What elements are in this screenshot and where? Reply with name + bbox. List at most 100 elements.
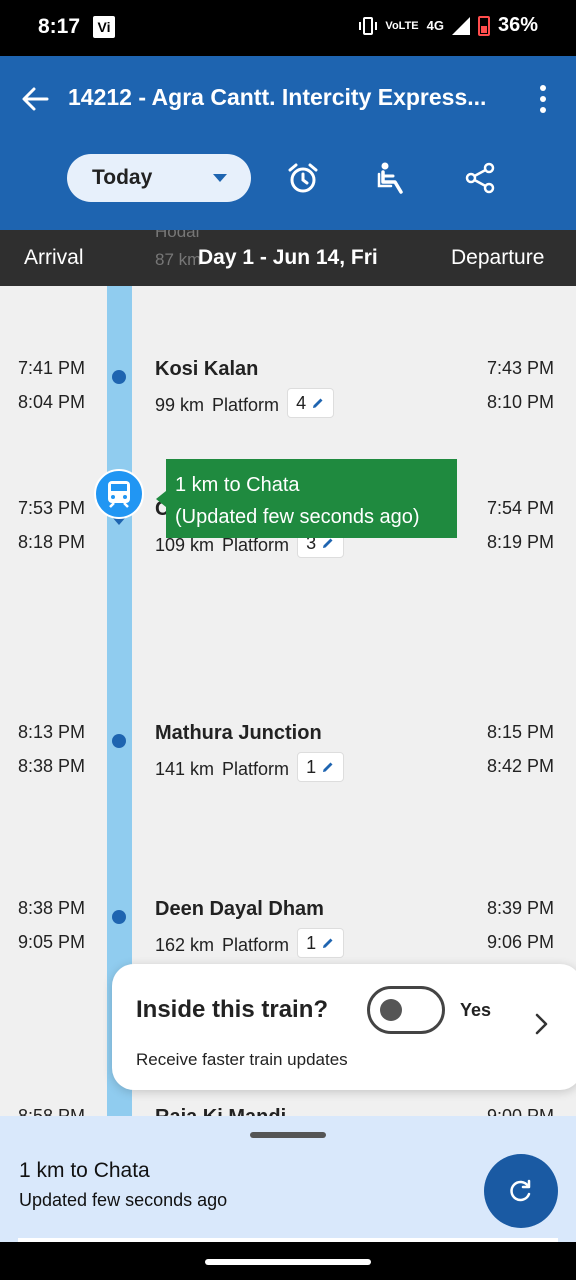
sheet-title: 1 km to Chata (19, 1159, 150, 1182)
platform-chip[interactable]: 4 (287, 388, 335, 418)
scheduled-departure: 8:39 PM (487, 898, 555, 918)
date-dropdown-label: Today (92, 166, 153, 189)
station-info: 141 km Platform 1 (155, 752, 345, 782)
status-icons: VoLTE 4G 36% (359, 14, 538, 37)
live-status-bubble: 1 km to Chata (Updated few seconds ago) (156, 459, 457, 538)
alarm-button[interactable] (285, 160, 321, 196)
inside-train-toggle[interactable] (367, 986, 445, 1034)
toggle-knob (380, 999, 402, 1021)
station-info: 162 km Platform 1 (155, 928, 345, 958)
scheduled-arrival: 7:41 PM (18, 358, 86, 378)
scheduled-departure: 9:00 PM (487, 1106, 555, 1116)
train-location-icon (94, 469, 144, 525)
station-distance: 141 km (155, 758, 215, 779)
scheduled-departure: 7:54 PM (487, 498, 555, 518)
edit-pencil-icon (323, 538, 333, 548)
platform-label: Platform (212, 394, 280, 415)
station-row[interactable]: 7:41 PM 8:04 PM Kosi Kalan 99 km Platfor… (0, 358, 576, 428)
station-dot (112, 734, 126, 748)
ghost-station-km: 87 km (155, 250, 202, 269)
vibrate-icon (359, 16, 378, 35)
station-row[interactable]: 8:38 PM 9:05 PM Deen Dayal Dham 162 km P… (0, 898, 576, 968)
edit-pencil-icon (323, 938, 333, 948)
actual-departure: 8:42 PM (487, 756, 555, 776)
departure-column-label: Departure (451, 246, 545, 269)
actual-arrival: 9:05 PM (18, 932, 86, 952)
actual-departure: 8:10 PM (487, 392, 555, 412)
share-button[interactable] (462, 160, 498, 196)
platform-chip[interactable]: 1 (297, 928, 345, 958)
seat-icon (377, 162, 403, 194)
station-dot (112, 910, 126, 924)
platform-chip[interactable]: 1 (297, 752, 345, 782)
scheduled-arrival: 7:53 PM (18, 498, 86, 518)
station-row[interactable]: 8:58 PM Raja Ki Mandi 9:00 PM (0, 1106, 576, 1116)
network-type: 4G (426, 18, 444, 33)
status-bar: 8:17 Vi VoLTE 4G 36% (0, 0, 576, 56)
station-distance: 99 km (155, 394, 205, 415)
alarm-icon (288, 163, 318, 193)
actual-departure: 9:06 PM (487, 932, 555, 952)
edit-pencil-icon (323, 762, 333, 772)
seat-button[interactable] (374, 160, 410, 196)
app-bar: 14212 - Agra Cantt. Intercity Express...… (0, 56, 576, 230)
live-status-sheet[interactable]: 1 km to Chata Updated few seconds ago (0, 1116, 576, 1242)
actual-departure: 8:19 PM (487, 532, 555, 552)
share-icon (465, 162, 495, 194)
volte-label: VoLTE (385, 19, 419, 32)
platform-number: 1 (306, 756, 317, 777)
actual-arrival: 8:04 PM (18, 392, 86, 412)
arrival-column-label: Arrival (24, 246, 84, 269)
day-label: Day 1 - Jun 14, Fri (198, 246, 378, 269)
more-vert-icon-dot (540, 96, 546, 102)
platform-label: Platform (222, 758, 290, 779)
more-options-button[interactable] (528, 82, 558, 116)
sheet-subtitle: Updated few seconds ago (19, 1190, 228, 1210)
date-dropdown[interactable]: Today (67, 154, 251, 202)
toggle-yes-label: Yes (460, 1000, 492, 1020)
scheduled-arrival: 8:13 PM (18, 722, 86, 742)
actual-arrival: 8:18 PM (18, 532, 86, 552)
station-distance: 162 km (155, 934, 215, 955)
live-status-line1: 1 km to Chata (175, 474, 300, 496)
more-vert-icon-dot (540, 107, 546, 113)
sheet-drag-handle[interactable] (250, 1132, 326, 1138)
edit-pencil-icon (313, 398, 323, 408)
caret-down-icon (213, 174, 227, 182)
inside-train-subtitle: Receive faster train updates (136, 1050, 348, 1069)
scheduled-arrival: 8:38 PM (18, 898, 86, 918)
status-time: 8:17 (38, 15, 81, 38)
inside-train-title: Inside this train? (136, 996, 329, 1023)
battery-icon (477, 15, 490, 36)
system-nav-bar (0, 1242, 576, 1280)
platform-number: 1 (306, 932, 317, 953)
scheduled-departure: 7:43 PM (487, 358, 555, 378)
station-row[interactable]: 8:13 PM 8:38 PM Mathura Junction 141 km … (0, 722, 576, 792)
more-vert-icon-dot (540, 85, 546, 91)
station-name: Raja Ki Mandi (155, 1106, 286, 1116)
refresh-icon (510, 1179, 531, 1202)
timetable-header: Hodal 87 km Arrival Day 1 - Jun 14, Fri … (0, 230, 576, 286)
platform-label: Platform (222, 934, 290, 955)
ghost-station-name: Hodal (155, 230, 200, 241)
battery-percent: 36% (497, 14, 538, 36)
station-name: Deen Dayal Dham (155, 898, 324, 920)
back-button[interactable] (18, 82, 52, 116)
scheduled-arrival: 8:58 PM (18, 1106, 86, 1116)
back-arrow-icon (22, 87, 49, 111)
inside-train-card[interactable]: Inside this train? Yes Receive faster tr… (112, 964, 576, 1090)
station-dot (112, 370, 126, 384)
station-name: Kosi Kalan (155, 358, 259, 380)
refresh-button[interactable] (484, 1154, 558, 1228)
platform-number: 4 (296, 392, 307, 413)
train-title: 14212 - Agra Cantt. Intercity Express... (68, 84, 487, 110)
signal-icon (451, 16, 470, 35)
carrier-badge: Vi (93, 16, 115, 38)
scheduled-departure: 8:15 PM (487, 722, 555, 742)
station-info: 99 km Platform 4 (155, 388, 335, 418)
live-status-line2: (Updated few seconds ago) (175, 506, 420, 528)
chevron-right-icon[interactable] (530, 1012, 554, 1036)
actual-arrival: 8:38 PM (18, 756, 86, 776)
home-gesture-pill[interactable] (205, 1259, 371, 1265)
station-name: Mathura Junction (155, 722, 322, 744)
